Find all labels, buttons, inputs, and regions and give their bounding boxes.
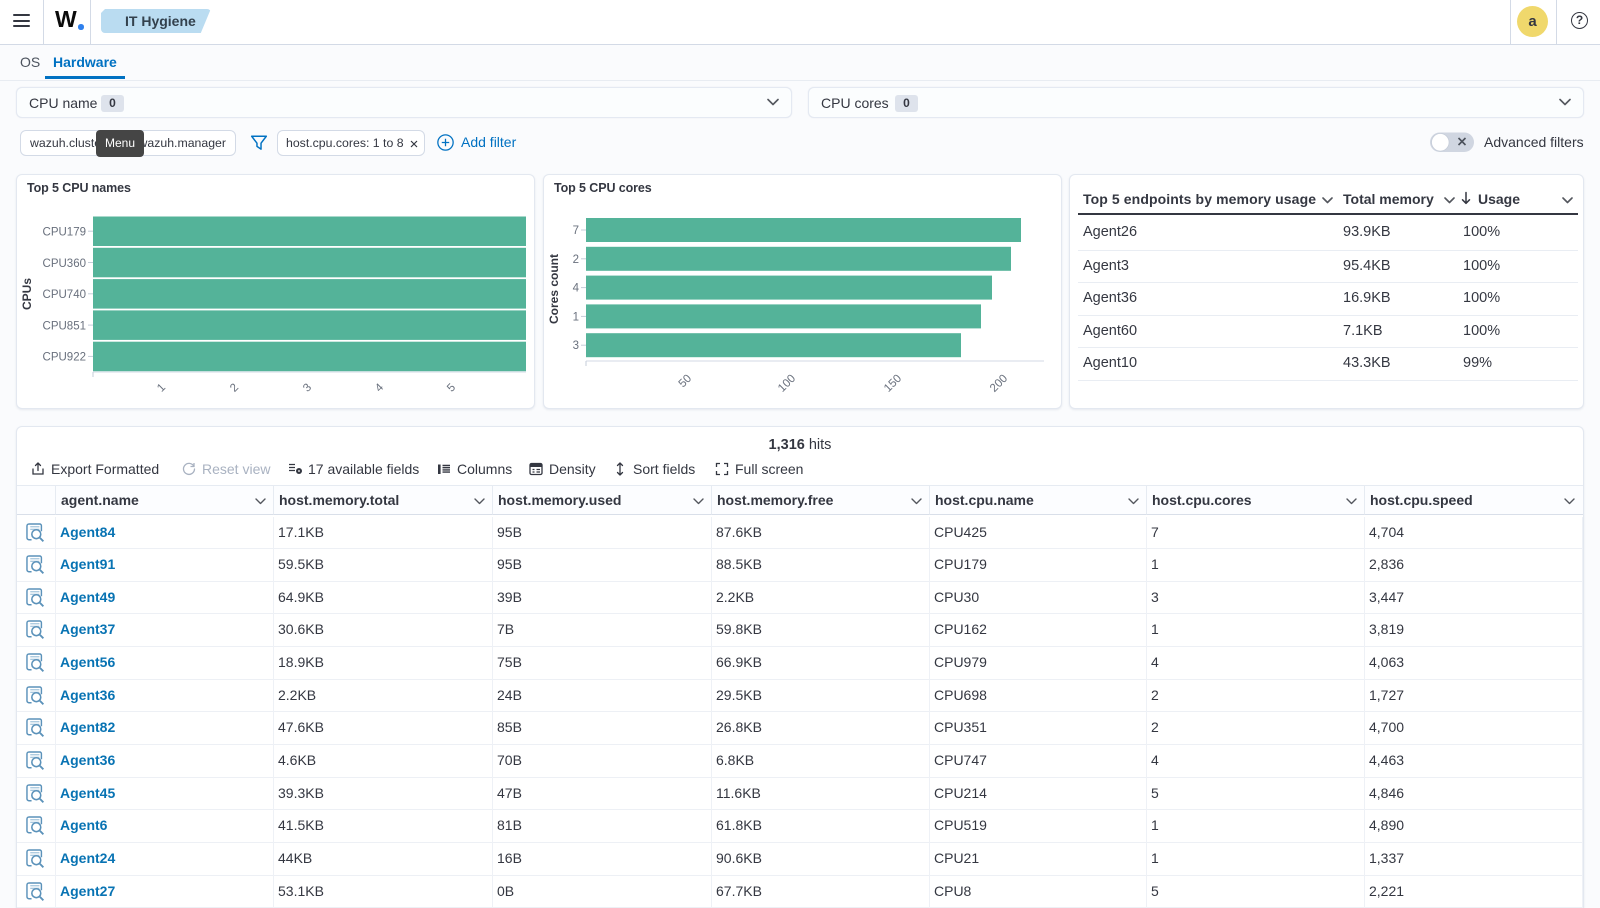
svg-text:3: 3 (573, 340, 579, 352)
svg-text:5: 5 (445, 382, 458, 395)
svg-text:50: 50 (677, 373, 695, 391)
svg-text:CPU179: CPU179 (43, 227, 86, 239)
svg-text:CPUs: CPUs (20, 278, 34, 310)
svg-text:2: 2 (573, 254, 579, 266)
svg-text:CPU360: CPU360 (43, 258, 86, 270)
svg-text:100: 100 (776, 373, 798, 395)
svg-text:150: 150 (882, 373, 904, 395)
svg-text:3: 3 (301, 382, 314, 395)
svg-text:4: 4 (573, 283, 580, 295)
svg-text:200: 200 (988, 373, 1010, 395)
svg-text:Cores count: Cores count (547, 254, 561, 324)
svg-text:2: 2 (228, 382, 241, 395)
svg-text:7: 7 (573, 225, 579, 237)
svg-text:CPU740: CPU740 (43, 289, 86, 301)
svg-text:4: 4 (373, 381, 386, 394)
svg-text:1: 1 (155, 382, 168, 395)
svg-text:CPU922: CPU922 (43, 352, 86, 364)
svg-text:1: 1 (573, 311, 579, 323)
svg-text:CPU851: CPU851 (43, 320, 86, 332)
